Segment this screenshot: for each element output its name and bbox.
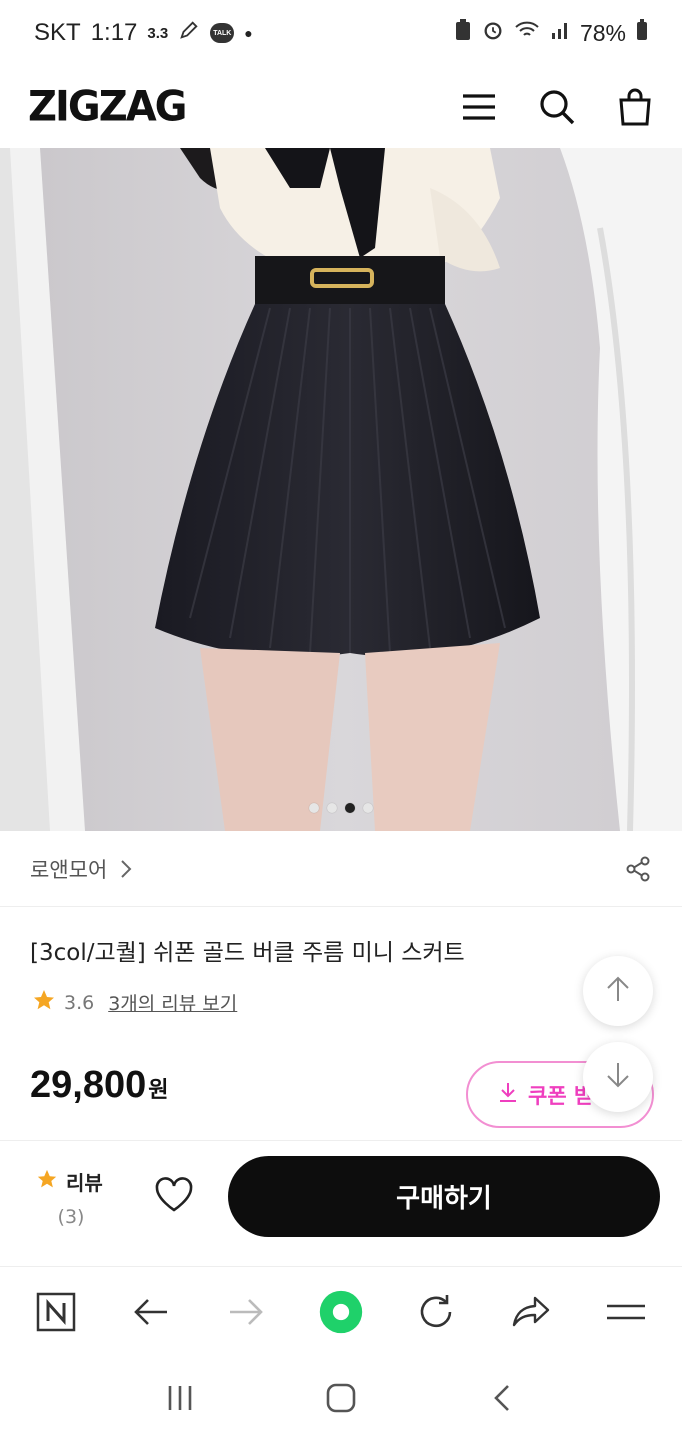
system-back-icon[interactable] xyxy=(482,1378,522,1418)
share-icon[interactable] xyxy=(624,855,652,883)
shopping-bag-icon[interactable] xyxy=(616,88,654,126)
scroll-top-button[interactable] xyxy=(583,956,653,1026)
product-image-carousel[interactable] xyxy=(0,148,682,831)
status-extra: 3.3 xyxy=(147,24,169,42)
talk-icon: TALK xyxy=(210,23,235,43)
refresh-icon[interactable] xyxy=(414,1290,458,1334)
home-icon[interactable] xyxy=(321,1378,361,1418)
product-title: [3col/고퀄] 쉬폰 골드 버클 주름 미니 스커트 xyxy=(30,940,465,966)
download-icon xyxy=(498,1081,518,1108)
zigzag-logo[interactable]: ZIGZAG xyxy=(28,83,188,131)
scroll-bottom-button[interactable] xyxy=(583,1042,653,1112)
price-amount: 29,800 xyxy=(30,1064,147,1106)
review-count: (3) xyxy=(57,1206,85,1228)
carousel-dot-active[interactable] xyxy=(345,803,355,813)
review-label: 리뷰 xyxy=(66,1171,103,1195)
star-icon xyxy=(36,1168,58,1195)
arrow-down-icon xyxy=(605,1061,631,1093)
forward-icon[interactable] xyxy=(224,1290,268,1334)
battery-text: 78% xyxy=(579,19,626,46)
recent-apps-icon[interactable] xyxy=(160,1378,200,1418)
carrier: SKT xyxy=(34,19,81,46)
arrow-up-icon xyxy=(605,975,631,1007)
product-photo xyxy=(0,148,682,831)
system-nav-bar xyxy=(0,1356,682,1440)
naver-icon[interactable] xyxy=(34,1290,78,1334)
rating-value: 3.6 xyxy=(64,991,95,1014)
clock: 1:17 xyxy=(90,19,138,46)
carousel-dot[interactable] xyxy=(327,803,337,813)
menu-icon[interactable] xyxy=(460,88,498,126)
pencil-icon xyxy=(178,19,200,48)
rating-row: 3.6 3개의 리뷰 보기 xyxy=(32,988,237,1017)
battery-icon xyxy=(636,19,648,47)
dot-indicator-icon: ● xyxy=(244,25,253,41)
share-arrow-icon[interactable] xyxy=(509,1290,553,1334)
price-currency: 원 xyxy=(148,1078,169,1103)
review-link[interactable]: 3개의 리뷰 보기 xyxy=(108,989,237,1016)
app-header: ZIGZAG xyxy=(0,66,682,148)
alarm-icon xyxy=(482,19,504,47)
review-summary[interactable]: 리뷰 (3) xyxy=(36,1167,106,1228)
search-icon[interactable] xyxy=(538,88,576,126)
carousel-dot[interactable] xyxy=(363,803,373,813)
carousel-dots xyxy=(0,803,682,813)
signal-icon xyxy=(550,20,570,47)
heart-icon[interactable] xyxy=(154,1177,194,1213)
star-icon xyxy=(32,988,56,1017)
store-name-link[interactable]: 로앤모어 xyxy=(30,854,107,884)
back-icon[interactable] xyxy=(129,1290,173,1334)
status-bar: SKT 1:17 3.3 TALK ● 78% xyxy=(0,0,682,66)
price: 29,800 원 xyxy=(30,1064,168,1107)
carousel-dot[interactable] xyxy=(309,803,319,813)
chevron-right-icon[interactable] xyxy=(119,859,133,879)
recycle-icon xyxy=(454,18,472,48)
browser-menu-icon[interactable] xyxy=(604,1290,648,1334)
store-row: 로앤모어 xyxy=(0,831,682,907)
browser-toolbar xyxy=(0,1266,682,1356)
purchase-bar: 리뷰 (3) 구매하기 xyxy=(0,1140,682,1266)
home-green-icon[interactable] xyxy=(319,1290,363,1334)
buy-button[interactable]: 구매하기 xyxy=(228,1156,660,1237)
wifi-icon xyxy=(514,19,540,47)
